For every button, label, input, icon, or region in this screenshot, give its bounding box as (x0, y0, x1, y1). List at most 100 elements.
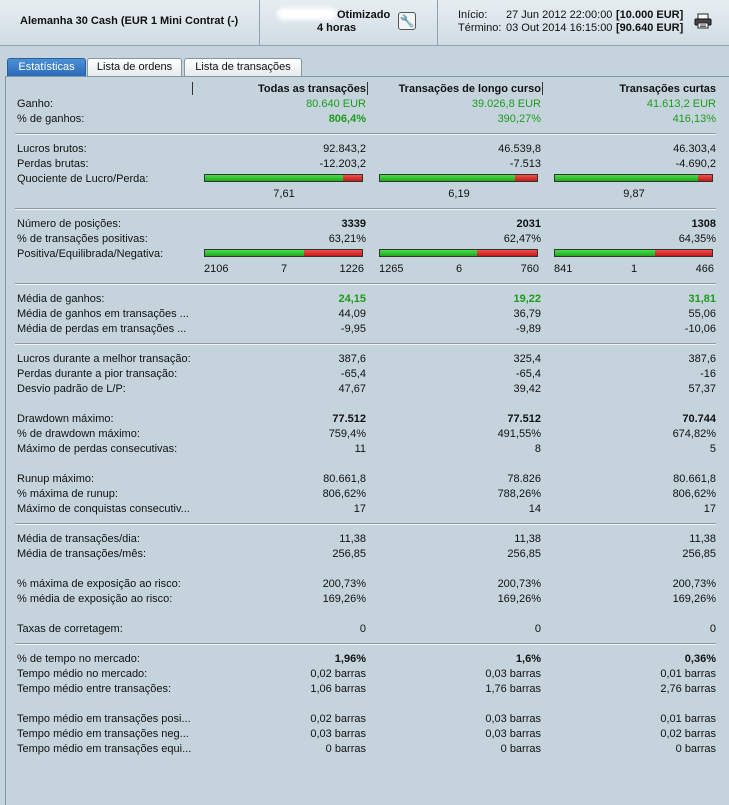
value-cell: 0 barras (675, 743, 716, 755)
value-cell: 70.744 (682, 413, 716, 425)
row-label: % média de exposição ao risco: (17, 593, 173, 605)
value-cell: 17 (353, 503, 366, 515)
value-cell: -9,89 (515, 323, 541, 335)
row-label: Média de perdas em transações ... (17, 323, 187, 335)
ratio-value: 6,19 (448, 188, 470, 200)
value-cell: 0,02 barras (660, 728, 716, 740)
column-separator (367, 82, 368, 95)
positive-negative-bar (554, 249, 713, 257)
wrench-icon[interactable]: 🔧 (398, 12, 416, 30)
value-cell: 80.661,8 (673, 473, 716, 485)
value-cell: 47,67 (338, 383, 366, 395)
value-cell: 46.303,4 (673, 143, 716, 155)
section-divider (15, 343, 716, 345)
value-cell: 64,35% (678, 233, 716, 245)
loss-segment (343, 175, 362, 181)
value-cell: 0 barras (500, 743, 541, 755)
value-cell: 41.613,2 EUR (646, 98, 716, 110)
row-label: Média de ganhos: (17, 293, 105, 305)
instrument-section: Alemanha 30 Cash (EUR 1 Mini Contrat (-) (0, 0, 260, 45)
value-cell: 0,03 barras (485, 713, 541, 725)
positive-count: 2106 (204, 263, 229, 275)
tab-estatisticas[interactable]: Estatísticas (7, 58, 86, 76)
row-label: % de ganhos: (17, 113, 85, 125)
row-label: Lucros durante a melhor transação: (17, 353, 191, 365)
value-cell: 200,73% (322, 578, 366, 590)
row-label: Tempo médio em transações equi... (17, 743, 192, 755)
profit-loss-bar (204, 174, 363, 182)
timeframe: 4 horas (317, 22, 357, 34)
value-cell: 0,36% (684, 653, 716, 665)
row-label: Número de posições: (17, 218, 121, 230)
value-cell: 491,55% (497, 428, 541, 440)
section-divider (15, 133, 716, 135)
date-range-section: Início: 27 Jun 2012 22:00:00 [10.000 EUR… (438, 0, 729, 45)
value-cell: 62,47% (503, 233, 541, 245)
value-cell: 57,37 (688, 383, 716, 395)
optimization-section: Otimizado 4 horas 🔧 (260, 0, 438, 45)
row-label: Perdas durante a pior transação: (17, 368, 178, 380)
start-label: Início: (458, 9, 488, 21)
negative-segment (303, 250, 362, 256)
positive-segment (555, 250, 656, 256)
ratio-value: 9,87 (623, 188, 645, 200)
profit-segment (380, 175, 516, 181)
loss-segment (515, 175, 537, 181)
profit-loss-bar (554, 174, 713, 182)
row-label: Máximo de perdas consecutivas: (17, 443, 178, 455)
value-cell: 387,6 (338, 353, 366, 365)
printer-icon[interactable] (694, 13, 712, 29)
value-cell: 0,01 barras (660, 713, 716, 725)
value-cell: 0,02 barras (310, 668, 366, 680)
value-cell: 759,4% (328, 428, 366, 440)
value-cell: -65,4 (515, 368, 541, 380)
value-cell: 0,03 barras (485, 728, 541, 740)
row-label: % de transações positivas: (17, 233, 148, 245)
value-cell: 200,73% (672, 578, 716, 590)
negative-count: 760 (520, 263, 539, 275)
value-cell: -16 (700, 368, 716, 380)
value-cell: 0 (709, 623, 716, 635)
negative-count: 466 (695, 263, 714, 275)
value-cell: 788,26% (497, 488, 541, 500)
value-cell: 1,06 barras (310, 683, 366, 695)
value-cell: 1,96% (334, 653, 366, 665)
value-cell: 44,09 (338, 308, 366, 320)
negative-count: 1226 (339, 263, 364, 275)
column-separator (542, 82, 543, 95)
value-cell: 77.512 (507, 413, 541, 425)
value-cell: -10,06 (684, 323, 716, 335)
start-date: 27 Jun 2012 22:00:00 (506, 9, 613, 21)
positive-count: 841 (554, 263, 573, 275)
value-cell: -7.513 (509, 158, 541, 170)
value-cell: 92.843,2 (323, 143, 366, 155)
value-cell: 19,22 (513, 293, 541, 305)
value-cell: 169,26% (322, 593, 366, 605)
row-label: Média de transações/dia: (17, 533, 140, 545)
value-cell: 78.826 (507, 473, 541, 485)
end-capital: [90.640 EUR] (616, 22, 684, 34)
value-cell: 256,85 (507, 548, 541, 560)
column-header-todas: Todas as transações (257, 83, 366, 95)
value-cell: 416,13% (672, 113, 716, 125)
value-cell: 0,03 barras (310, 728, 366, 740)
row-label: Desvio padrão de L/P: (17, 383, 126, 395)
value-cell: 387,6 (688, 353, 716, 365)
value-cell: 80.661,8 (323, 473, 366, 485)
row-label: Lucros brutos: (17, 143, 87, 155)
value-cell: 0,01 barras (660, 668, 716, 680)
end-label: Término: (458, 22, 502, 34)
value-cell: 2,76 barras (660, 683, 716, 695)
value-cell: -12.203,2 (319, 158, 366, 170)
row-label: Média de transações/mês: (17, 548, 147, 560)
value-cell: 24,15 (338, 293, 366, 305)
optimization-status: Otimizado (337, 9, 391, 21)
redacted-text (277, 8, 337, 20)
value-cell: 1308 (691, 218, 716, 230)
value-cell: 11,38 (514, 533, 541, 545)
value-cell: 8 (534, 443, 541, 455)
row-label: Tempo médio entre transações: (17, 683, 172, 695)
tab-lista-de-ordens[interactable]: Lista de ordens (87, 58, 182, 76)
section-divider (15, 283, 716, 285)
tab-lista-de-transacoes[interactable]: Lista de transações (184, 58, 302, 76)
